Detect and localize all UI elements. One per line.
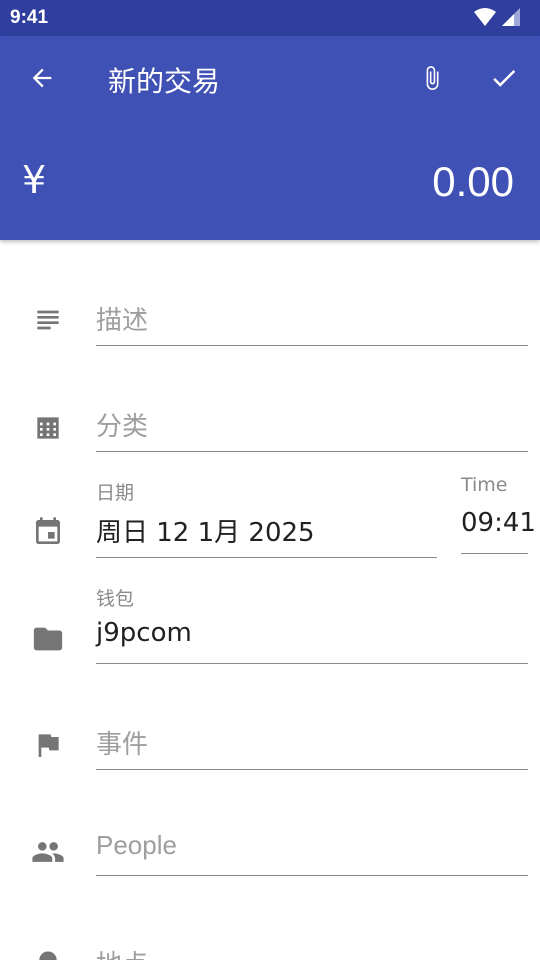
grid-icon	[30, 410, 66, 446]
back-button[interactable]	[22, 58, 62, 98]
amount-display[interactable]: 0.00	[432, 158, 514, 206]
status-icons	[474, 8, 520, 26]
status-time: 9:41	[10, 7, 49, 28]
people-field[interactable]: People	[96, 826, 528, 876]
attach-button[interactable]	[412, 56, 452, 100]
date-value: 周日 12 1月 2025	[96, 518, 315, 548]
notes-icon	[30, 302, 66, 338]
folder-icon	[30, 621, 66, 657]
arrow-back-icon	[32, 68, 52, 88]
check-icon	[493, 69, 516, 87]
time-value: 09:41	[461, 508, 536, 538]
paperclip-icon	[426, 66, 439, 90]
time-field[interactable]: 09:41	[461, 502, 536, 554]
date-label: 日期	[96, 482, 135, 504]
flag-icon	[30, 727, 66, 763]
wallet-field[interactable]: j9pcom	[96, 612, 528, 664]
location-icon	[30, 946, 66, 960]
date-field[interactable]: 周日 12 1月 2025	[96, 506, 437, 558]
description-field[interactable]: 描述	[96, 296, 528, 346]
calendar-icon	[30, 514, 66, 550]
wifi-icon	[474, 8, 496, 26]
location-placeholder: 地点	[96, 944, 148, 960]
people-placeholder: People	[96, 830, 177, 860]
description-placeholder: 描述	[96, 306, 149, 336]
status-bar: 9:41	[0, 0, 540, 36]
page-title: 新的交易	[108, 65, 221, 98]
time-label: Time	[461, 474, 508, 496]
event-field[interactable]: 事件	[96, 720, 528, 770]
cellular-signal-icon	[502, 8, 520, 26]
save-check-button[interactable]	[484, 58, 524, 98]
wallet-value: j9pcom	[96, 618, 192, 648]
app-bar: 新的交易 ¥ 0.00	[0, 36, 540, 240]
category-field[interactable]: 分类	[96, 402, 528, 452]
category-placeholder: 分类	[96, 412, 149, 442]
wallet-label: 钱包	[96, 588, 135, 610]
people-icon	[30, 834, 66, 870]
currency-symbol[interactable]: ¥	[22, 158, 46, 202]
location-field[interactable]: 地点	[96, 934, 528, 960]
event-placeholder: 事件	[96, 730, 149, 760]
